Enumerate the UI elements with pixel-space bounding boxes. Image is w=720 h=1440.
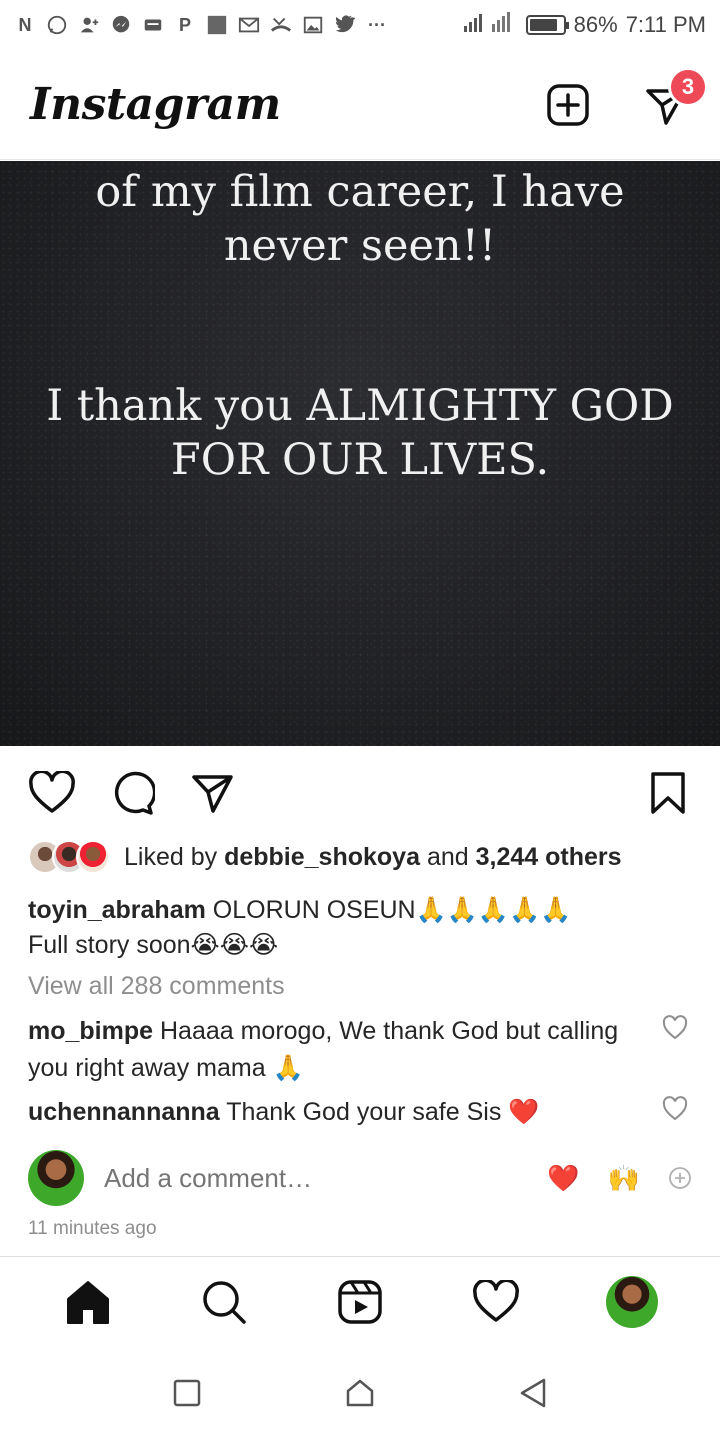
status-bar: N P ··· 86% 7:11 PM <box>0 0 720 50</box>
recents-square-icon <box>173 1379 200 1407</box>
post-timestamp: 11 minutes ago <box>28 1218 157 1239</box>
like-button[interactable] <box>28 769 76 817</box>
post-caption: toyin_abraham OLORUN OSEUN🙏🙏🙏🙏🙏 Full sto… <box>28 893 692 963</box>
gmail-icon <box>238 14 260 36</box>
back-button[interactable] <box>513 1373 553 1413</box>
square-icon <box>206 14 228 36</box>
comment-like-heart-icon[interactable] <box>662 1096 688 1122</box>
direct-messages-button[interactable]: 3 <box>642 66 708 129</box>
bookmark-icon <box>651 772 685 814</box>
recents-button[interactable] <box>167 1373 207 1413</box>
image-icon <box>302 14 324 36</box>
caption-username[interactable]: toyin_abraham <box>28 896 206 924</box>
comment-button[interactable] <box>108 769 156 817</box>
add-user-icon <box>78 14 100 36</box>
liker-avatars <box>28 840 110 874</box>
post-image-line: FOR OUR LIVES. <box>170 435 550 485</box>
view-all-comments-link[interactable]: View all 288 comments <box>28 972 285 1001</box>
comment-item: uchennannanna Thank God your safe Sis ❤️ <box>28 1094 648 1131</box>
paper-plane-icon <box>192 775 233 813</box>
instagram-logo[interactable]: Instagram <box>30 79 281 130</box>
battery-percent: 86% <box>573 12 618 37</box>
home-icon <box>67 1280 109 1324</box>
comment-icon <box>114 771 155 815</box>
twitter-icon <box>334 14 356 36</box>
caption-text: OLORUN OSEUN🙏🙏🙏🙏🙏 <box>212 896 572 924</box>
avatar <box>76 840 110 874</box>
missed-call-icon <box>270 14 292 36</box>
comment-username[interactable]: mo_bimpe <box>28 1017 153 1045</box>
quick-reaction-heart[interactable]: ❤️ <box>547 1163 579 1194</box>
back-triangle-icon <box>521 1378 546 1408</box>
p-icon: P <box>178 14 191 35</box>
message-icon <box>142 14 164 36</box>
nav-home[interactable] <box>60 1274 116 1330</box>
comment-username[interactable]: uchennannanna <box>28 1098 220 1126</box>
liker-username[interactable]: debbie_shokoya <box>224 843 420 872</box>
add-emoji-icon[interactable] <box>668 1166 692 1190</box>
quick-reactions: ❤️ 🙌 <box>547 1163 692 1194</box>
home-system-button[interactable] <box>340 1373 380 1413</box>
more-dots-icon: ··· <box>368 14 386 35</box>
nav-activity[interactable] <box>468 1274 524 1330</box>
post-actions <box>28 768 692 818</box>
post-image-line: I thank you ALMIGHTY GOD <box>46 381 674 431</box>
n-icon: N <box>18 14 32 35</box>
post-image-text-bottom: I thank you ALMIGHTY GOD FOR OUR LIVES. <box>0 379 720 487</box>
clock: 7:11 PM <box>625 12 706 37</box>
activity-heart-icon <box>473 1279 519 1322</box>
comment-input[interactable] <box>104 1162 548 1194</box>
avatar <box>28 1150 84 1206</box>
notification-icons: N P ··· <box>14 14 388 36</box>
liked-by-others[interactable]: 3,244 others <box>476 843 622 872</box>
messenger-icon <box>110 14 132 36</box>
nav-reels[interactable] <box>332 1274 388 1330</box>
save-button[interactable] <box>644 769 692 817</box>
quick-reaction-raised-hands[interactable]: 🙌 <box>608 1163 640 1194</box>
profile-avatar <box>606 1275 658 1328</box>
system-status: 86% 7:11 PM <box>462 10 706 40</box>
liked-by-prefix: Liked by <box>124 842 218 871</box>
nav-profile[interactable] <box>604 1274 660 1330</box>
bottom-navigation <box>0 1256 720 1346</box>
comment-text: Thank God your safe Sis ❤️ <box>226 1098 540 1126</box>
unread-badge: 3 <box>668 66 708 107</box>
comment-item: mo_bimpe Haaaa morogo, We thank God but … <box>28 1013 648 1087</box>
system-navigation <box>0 1346 720 1440</box>
app-header: Instagram 3 <box>0 50 720 160</box>
likes-summary[interactable]: Liked by debbie_shokoya and 3,244 others <box>28 840 622 874</box>
search-icon <box>203 1280 246 1324</box>
whatsapp-icon <box>46 14 68 36</box>
post-image-line: of my film career, I have <box>95 167 625 217</box>
comment-like-heart-icon[interactable] <box>662 1015 688 1041</box>
post-image[interactable]: of my film career, I have never seen!! I… <box>0 161 720 746</box>
post-image-text-top: of my film career, I have never seen!! <box>0 165 720 273</box>
add-comment-row: ❤️ 🙌 <box>28 1150 692 1206</box>
plus-square-icon <box>547 83 589 126</box>
reels-icon <box>338 1279 382 1324</box>
caption-text-line2: Full story soon😭😭😭 <box>28 931 279 959</box>
nav-search[interactable] <box>196 1274 252 1330</box>
new-post-button[interactable] <box>544 81 592 129</box>
heart-icon <box>29 771 75 813</box>
share-button[interactable] <box>188 769 236 817</box>
home-house-icon <box>346 1379 374 1407</box>
battery-icon <box>525 15 569 35</box>
liked-by-connector: and <box>426 842 469 871</box>
signal-icon <box>462 10 518 40</box>
post-image-line: never seen!! <box>223 221 497 271</box>
